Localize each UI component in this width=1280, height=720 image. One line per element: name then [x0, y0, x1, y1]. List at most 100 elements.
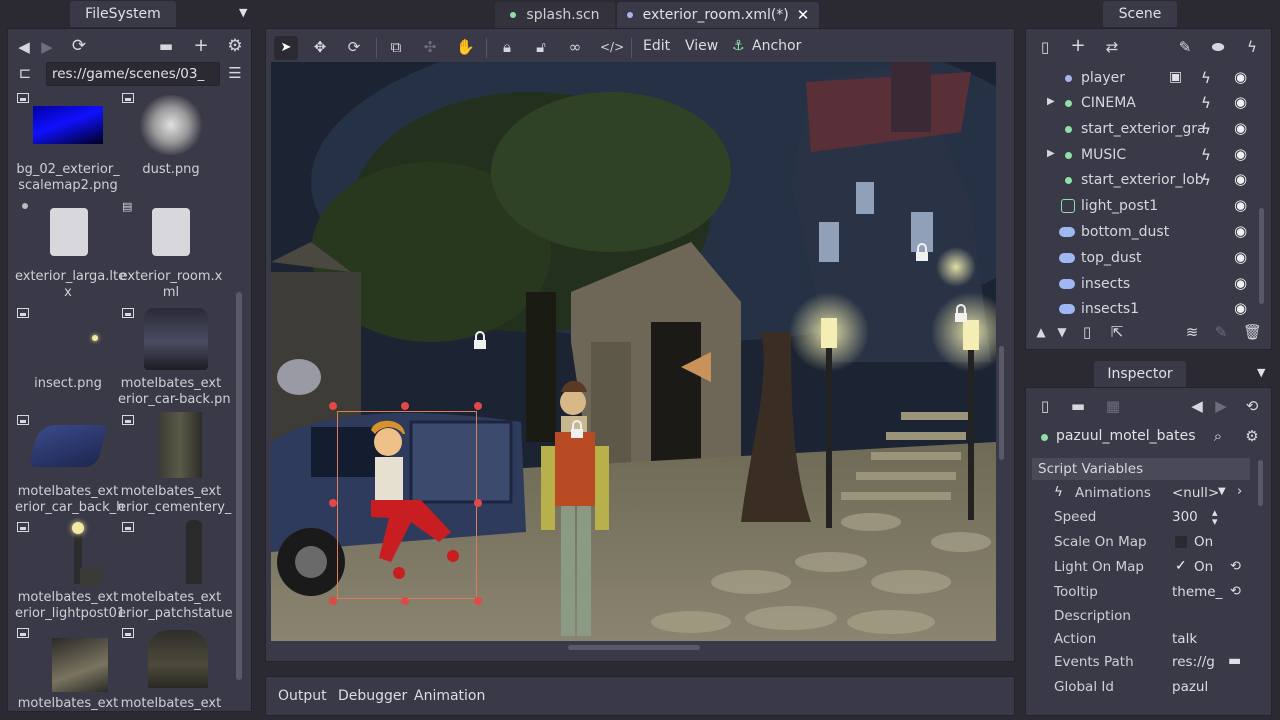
file-item[interactable]: motelbates_ext erior_lightpost01 — [15, 590, 125, 622]
selection-handle[interactable] — [329, 402, 337, 410]
file-item[interactable]: bg_02_exterior_ scalemap2.png — [15, 162, 121, 194]
selection-handle[interactable] — [329, 597, 337, 605]
list-view-icon[interactable]: ☰ — [226, 65, 244, 83]
signal-icon[interactable]: ϟ — [1201, 171, 1211, 189]
visibility-icon[interactable]: ◉ — [1234, 93, 1247, 111]
thumb-insect[interactable] — [92, 335, 98, 341]
prop-description[interactable]: Description — [1032, 605, 1254, 629]
prop-light-on-map[interactable]: Light On Map ✓ On ⟲ — [1032, 556, 1254, 580]
chevron-right-icon[interactable]: › — [1237, 484, 1242, 499]
prop-action[interactable]: Action talk — [1032, 628, 1254, 652]
selection-handle[interactable] — [401, 597, 409, 605]
revert-icon[interactable]: ⟲ — [1230, 559, 1241, 574]
thumb-blue-gradient[interactable] — [33, 106, 103, 144]
file-item[interactable]: motelbates_ext — [118, 696, 224, 710]
viewport-v-scrollbar[interactable] — [999, 346, 1004, 460]
checkbox[interactable] — [1175, 536, 1187, 548]
tree-node[interactable]: start_exterior_gra ϟ ◉ — [1031, 117, 1267, 142]
expand-icon[interactable]: ▶ — [1047, 96, 1055, 107]
history-icon[interactable]: ⟲ — [1243, 398, 1261, 416]
tree-node[interactable]: insects1 ◉ — [1031, 297, 1267, 318]
scene-tab[interactable]: Scene — [1103, 1, 1177, 27]
tab-animation[interactable]: Animation — [414, 688, 485, 704]
unlock-icon[interactable]: 🔓︎ — [532, 39, 550, 57]
history-forward-icon[interactable]: ▶ — [1212, 398, 1230, 416]
viewport-h-scrollbar[interactable] — [568, 645, 700, 650]
tab-output[interactable]: Output — [278, 688, 327, 704]
file-item[interactable]: motelbates_ext erior_car_back_h — [15, 484, 124, 516]
prop-global-id[interactable]: Global Id pazul — [1032, 676, 1254, 700]
search-icon[interactable]: ⌕ — [1209, 428, 1227, 446]
history-back-icon[interactable]: ◀ — [1188, 398, 1206, 416]
signal-icon[interactable]: ϟ — [1243, 39, 1261, 57]
document-icon[interactable] — [50, 208, 88, 256]
new-resource-icon[interactable]: ▯ — [1036, 398, 1054, 416]
inspector-menu-icon[interactable]: ▼ — [1257, 366, 1265, 379]
thumb-statue[interactable] — [148, 630, 208, 688]
pivot-icon[interactable]: ⧉ — [387, 39, 405, 57]
checkbox-checked[interactable]: ✓ — [1175, 558, 1187, 574]
selection-handle[interactable] — [474, 597, 482, 605]
file-item[interactable]: motelbates_ext erior_patchstatue — [118, 590, 233, 622]
prop-animations[interactable]: ϟ Animations <null> ▼ › — [1032, 482, 1254, 506]
visibility-icon[interactable]: ◉ — [1234, 196, 1247, 214]
edit-script-icon[interactable]: ✎ — [1212, 324, 1230, 342]
tree-node[interactable]: start_exterior_lob ϟ ◉ — [1031, 168, 1267, 193]
link-icon[interactable]: ∞ — [566, 39, 584, 57]
file-item[interactable]: insect.png — [15, 376, 121, 392]
visibility-icon[interactable]: ◉ — [1234, 119, 1247, 137]
selection-box[interactable] — [337, 411, 477, 599]
file-item[interactable]: motelbates_ext erior_car-back.pn — [118, 376, 231, 408]
signal-icon[interactable]: ϟ — [1201, 69, 1211, 87]
move-up-icon[interactable]: ▲ — [1032, 324, 1050, 342]
snap-icon[interactable]: ✣ — [421, 39, 439, 57]
reparent-icon[interactable]: ⇱ — [1108, 324, 1126, 342]
folder-icon[interactable]: ▬ — [1228, 653, 1241, 669]
prop-speed[interactable]: Speed 300 ▴ ▾ — [1032, 506, 1254, 530]
file-item[interactable]: motelbates_ext erior_cementery_ — [118, 484, 231, 516]
tree-node[interactable]: ▶ CINEMA ϟ ◉ — [1031, 91, 1267, 116]
view-menu[interactable]: View — [685, 38, 718, 58]
visibility-icon[interactable]: ◉ — [1234, 170, 1247, 188]
open-folder-icon[interactable]: ▬ — [1069, 398, 1087, 416]
file-item[interactable]: motelbates_ext — [15, 696, 121, 710]
script-icon[interactable]: ✎ — [1176, 39, 1194, 57]
selection-handle[interactable] — [474, 499, 482, 507]
thumb-car-back-h[interactable] — [28, 425, 108, 467]
visibility-icon[interactable]: ◉ — [1234, 68, 1247, 86]
forward-icon[interactable]: ▶ — [38, 39, 56, 57]
folder-icon[interactable]: ▬ — [157, 38, 175, 56]
gear-icon[interactable]: ⚙ — [226, 38, 244, 56]
delete-icon[interactable]: 🗑︎ — [1243, 324, 1262, 342]
duplicate-icon[interactable]: ▯ — [1078, 324, 1096, 342]
expand-icon[interactable]: ▶ — [1047, 148, 1055, 159]
prop-tooltip[interactable]: Tooltip theme_ ⟲ — [1032, 581, 1254, 605]
save-icon[interactable]: ▦ — [1104, 398, 1122, 416]
tree-node[interactable]: insects ◉ — [1031, 272, 1267, 297]
open-folder-icon[interactable]: ▣ — [1169, 69, 1182, 85]
gear-icon[interactable]: ⚙ — [1243, 428, 1261, 446]
instance-icon[interactable]: ⇄ — [1103, 39, 1121, 57]
document-icon[interactable] — [152, 208, 190, 256]
code-icon[interactable]: </> — [600, 39, 624, 57]
add-node-icon[interactable]: + — [1069, 37, 1087, 56]
tab-exterior-room[interactable]: exterior_room.xml(*) ✕ — [617, 2, 819, 28]
edit-menu[interactable]: Edit — [643, 38, 670, 58]
selection-handle[interactable] — [401, 402, 409, 410]
group-icon[interactable]: ⬬ — [1209, 39, 1227, 57]
scene-viewport[interactable] — [271, 62, 996, 641]
script-variables-section[interactable]: Script Variables — [1032, 458, 1250, 480]
thumb-cementery[interactable] — [158, 412, 202, 478]
revert-icon[interactable]: ⟲ — [1230, 584, 1241, 599]
refresh-icon[interactable]: ⟳ — [70, 38, 88, 56]
visibility-icon[interactable]: ◉ — [1234, 274, 1247, 292]
selection-handle[interactable] — [329, 499, 337, 507]
visibility-icon[interactable]: ◉ — [1234, 248, 1247, 266]
tab-splash[interactable]: splash.scn — [495, 2, 615, 28]
move-down-icon[interactable]: ▼ — [1053, 324, 1071, 342]
prop-scale-on-map[interactable]: Scale On Map On — [1032, 531, 1254, 555]
tree-toggle-icon[interactable]: ⊏ — [16, 65, 34, 83]
move-icon[interactable]: ✥ — [311, 39, 329, 57]
thumb-stairs[interactable] — [52, 638, 108, 692]
spinner-icon[interactable]: ▴ ▾ — [1212, 507, 1218, 527]
